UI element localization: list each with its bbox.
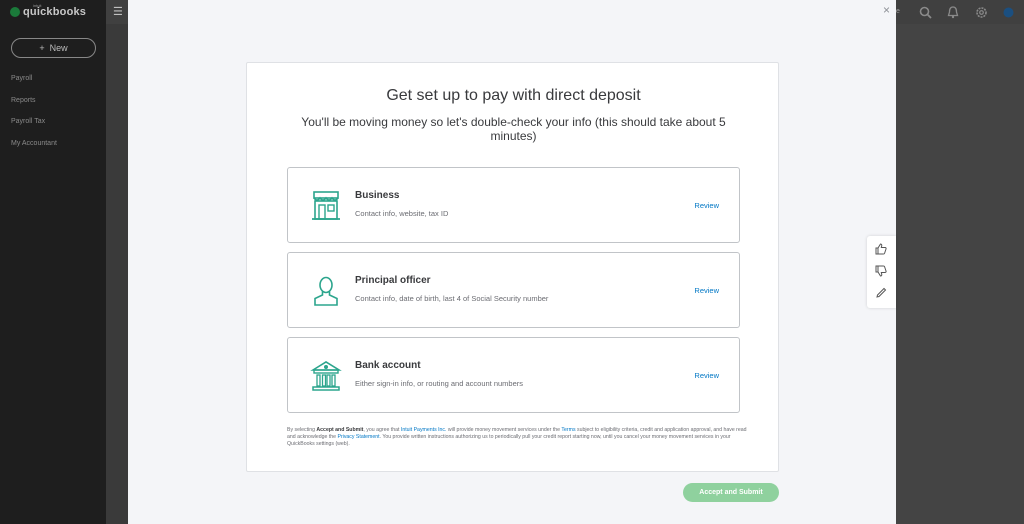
bank-account-review-link[interactable]: Review (694, 371, 719, 380)
app-content-dimmed-right (896, 24, 1024, 524)
person-icon (310, 274, 342, 308)
terms-link[interactable]: Terms (561, 427, 575, 433)
pencil-icon[interactable] (874, 286, 888, 300)
new-button[interactable]: + New (11, 38, 96, 58)
logo-mark-icon (10, 7, 20, 17)
avatar-icon[interactable] (1001, 5, 1015, 19)
principal-officer-review-link[interactable]: Review (694, 286, 719, 295)
new-button-label: New (49, 43, 68, 53)
app-sidebar: intuit quickbooks + New Payroll Reports … (0, 0, 106, 524)
legal-text-2: , you agree that (363, 427, 401, 433)
logo-small-text: intuit (33, 3, 42, 8)
feedback-widget (867, 236, 896, 308)
bank-account-description: Either sign-in info, or routing and acco… (355, 379, 524, 388)
principal-officer-description: Contact info, date of birth, last 4 of S… (355, 294, 549, 303)
sidebar-item-payroll[interactable]: Payroll (11, 75, 32, 82)
bell-icon[interactable] (946, 5, 960, 19)
principal-officer-title: Principal officer (355, 275, 431, 286)
app-content-dimmed (106, 24, 128, 524)
thumbs-up-icon[interactable] (874, 242, 888, 256)
page-subtitle: You'll be moving money so let's double-c… (301, 115, 726, 143)
thumbs-down-icon[interactable] (874, 264, 888, 278)
bank-icon (310, 359, 342, 393)
business-review-link[interactable]: Review (694, 201, 719, 210)
setup-card: Get set up to pay with direct deposit Yo… (246, 62, 779, 472)
intuit-payments-link[interactable]: Intuit Payments Inc. (401, 427, 447, 433)
top-bar: e (896, 0, 1024, 24)
privacy-statement-link[interactable]: Privacy Statement (337, 434, 379, 440)
top-bar-text: e (896, 8, 900, 15)
legal-bold: Accept and Submit (316, 427, 364, 433)
search-icon[interactable] (918, 5, 932, 19)
menu-icon[interactable]: ☰ (113, 5, 123, 18)
sidebar-item-reports[interactable]: Reports (11, 97, 36, 104)
legal-text-1: By selecting (287, 427, 317, 433)
plus-icon: + (39, 43, 45, 53)
business-title: Business (355, 190, 400, 201)
bank-account-section[interactable]: Bank account Either sign-in info, or rou… (287, 337, 740, 413)
legal-text-3: will provide money movement services und… (446, 427, 562, 433)
accept-and-submit-button[interactable]: Accept and Submit (683, 483, 779, 502)
business-description: Contact info, website, tax ID (355, 209, 449, 218)
legal-disclaimer: By selecting Accept and Submit, you agre… (287, 427, 747, 448)
storefront-icon (310, 189, 342, 223)
business-section[interactable]: Business Contact info, website, tax ID R… (287, 167, 740, 243)
page-title: Get set up to pay with direct deposit (386, 87, 641, 104)
quickbooks-logo: intuit quickbooks (10, 3, 86, 18)
bank-account-title: Bank account (355, 360, 421, 371)
sidebar-item-my-accountant[interactable]: My Accountant (11, 140, 57, 147)
close-icon[interactable]: × (883, 3, 890, 17)
sidebar-item-payroll-tax[interactable]: Payroll Tax (11, 118, 45, 125)
direct-deposit-modal: × Get set up to pay with direct deposit … (128, 0, 896, 524)
principal-officer-section[interactable]: Principal officer Contact info, date of … (287, 252, 740, 328)
gear-icon[interactable] (974, 5, 988, 19)
